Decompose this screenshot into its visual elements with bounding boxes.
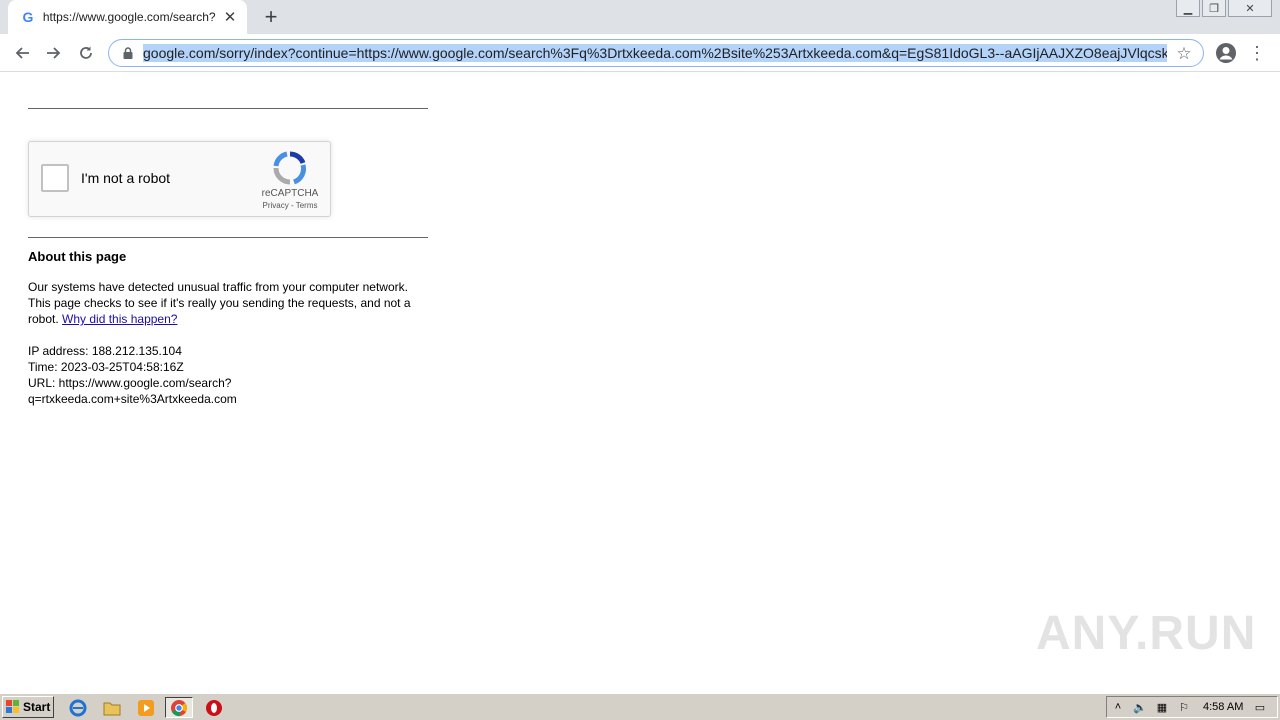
forward-arrow-icon — [47, 47, 61, 59]
back-arrow-icon — [15, 47, 29, 59]
action-center-flag-icon[interactable]: ⚐ — [1173, 697, 1195, 717]
internet-explorer-icon[interactable] — [64, 697, 92, 718]
google-g-icon: G — [22, 9, 34, 25]
opera-icon[interactable] — [200, 697, 228, 718]
show-desktop-icon[interactable]: ▭ — [1249, 697, 1271, 717]
tab-close-icon[interactable]: ✕ — [221, 8, 239, 26]
recaptcha-brand: reCAPTCHA — [261, 188, 319, 199]
request-info: IP address: 188.212.135.104 Time: 2023-0… — [28, 343, 428, 407]
url-line-continued: q=rtxkeeda.com+site%3Artxkeeda.com — [28, 392, 237, 406]
file-explorer-icon[interactable] — [98, 697, 126, 718]
volume-icon[interactable]: 🔈 — [1129, 697, 1151, 717]
reload-icon — [80, 46, 92, 59]
address-bar[interactable]: google.com/sorry/index?continue=https://… — [108, 39, 1204, 67]
lock-icon — [123, 47, 133, 59]
close-window-button[interactable]: ✕ — [1228, 0, 1272, 17]
about-title: About this page — [28, 249, 127, 264]
play-icon — [138, 699, 154, 716]
window-controls: ▁ ❐ ✕ — [1176, 0, 1272, 17]
tab-strip: G https://www.google.com/search?q=rtxkee… — [0, 0, 1280, 34]
media-player-icon[interactable] — [132, 697, 160, 718]
browser-window: G https://www.google.com/search?q=rtxkee… — [0, 0, 1280, 720]
tray-expand-icon[interactable]: ˄ — [1107, 697, 1129, 717]
recaptcha-privacy-terms[interactable]: Privacy - Terms — [253, 201, 327, 210]
browser-tab[interactable]: G https://www.google.com/search?q=rtxkee… — [8, 0, 247, 34]
ie-glyph-icon — [69, 699, 87, 716]
reload-button[interactable] — [72, 39, 100, 67]
clock[interactable]: 4:58 AM — [1203, 701, 1249, 713]
bookmark-star-icon[interactable]: ☆ — [1175, 44, 1193, 63]
profile-avatar-icon[interactable] — [1214, 41, 1238, 65]
browser-toolbar: google.com/sorry/index?continue=https://… — [0, 34, 1280, 72]
windows-logo-icon — [6, 700, 19, 713]
url-field[interactable]: google.com/sorry/index?continue=https://… — [143, 44, 1167, 62]
opera-o-icon — [206, 699, 222, 716]
url-line: URL: https://www.google.com/search? — [28, 376, 232, 390]
chrome-taskbar-icon[interactable] — [165, 697, 193, 718]
anyrun-watermark: ANY.RUN — [1036, 607, 1257, 660]
about-text: Our systems have detected unusual traffi… — [28, 279, 428, 327]
back-button[interactable] — [8, 39, 36, 67]
recaptcha-logo-icon — [273, 151, 306, 185]
recaptcha-checkbox[interactable] — [41, 164, 69, 192]
folder-icon — [103, 702, 121, 715]
restore-button[interactable]: ❐ — [1202, 0, 1226, 17]
forward-button[interactable] — [40, 39, 68, 67]
recaptcha-label: I'm not a robot — [81, 170, 171, 186]
system-tray: ˄ 🔈 ▦ ⚐ 4:58 AM ▭ — [1106, 696, 1278, 718]
network-icon[interactable]: ▦ — [1151, 697, 1173, 717]
new-tab-button[interactable]: + — [259, 4, 283, 29]
ip-address-line: IP address: 188.212.135.104 — [28, 344, 182, 358]
taskbar: Start ˄ 🔈 ▦ ⚐ 4:58 AM ▭ — [0, 693, 1280, 720]
time-line: Time: 2023-03-25T04:58:16Z — [28, 360, 184, 374]
why-did-this-happen-link[interactable]: Why did this happen? — [62, 312, 177, 326]
minimize-button[interactable]: ▁ — [1176, 0, 1200, 17]
tab-title: https://www.google.com/search?q=rtxkeeda… — [42, 10, 217, 24]
recaptcha-widget: I'm not a robot reCAPTCHA Privacy - Term… — [28, 141, 331, 217]
sorry-page: I'm not a robot reCAPTCHA Privacy - Term… — [28, 72, 428, 407]
url-text: google.com/sorry/index?continue=https://… — [143, 44, 1167, 62]
top-divider — [28, 108, 428, 109]
bottom-divider — [28, 237, 428, 238]
chrome-icon — [171, 699, 187, 716]
start-button[interactable]: Start — [2, 696, 54, 718]
start-label: Start — [23, 700, 51, 714]
kebab-menu-icon[interactable]: ⋮ — [1247, 41, 1267, 65]
